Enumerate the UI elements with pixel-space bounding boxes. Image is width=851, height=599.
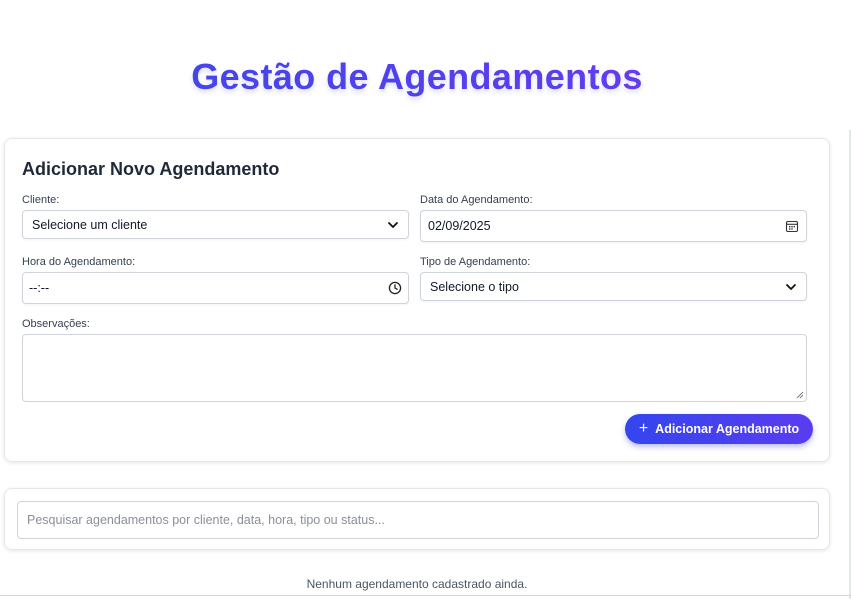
cliente-select-value: Selecione um cliente: [32, 217, 148, 232]
hora-label: Hora do Agendamento:: [22, 256, 136, 268]
tipo-select-value: Selecione o tipo: [430, 279, 519, 294]
search-input[interactable]: [17, 501, 819, 539]
add-appointment-card: Adicionar Novo Agendamento Cliente: Sele…: [4, 138, 830, 462]
tipo-label: Tipo de Agendamento:: [420, 256, 531, 268]
add-appointment-button-label: Adicionar Agendamento: [655, 422, 800, 436]
hora-input[interactable]: --:--: [22, 272, 409, 304]
calendar-icon[interactable]: [785, 219, 799, 233]
search-card: [4, 488, 830, 550]
observacoes-label: Observações:: [22, 318, 90, 330]
clock-icon[interactable]: [388, 281, 402, 295]
cliente-select[interactable]: Selecione um cliente: [22, 210, 409, 239]
hora-input-value: --:--: [29, 281, 50, 295]
resize-grip-icon[interactable]: [796, 391, 804, 399]
chevron-down-icon: [786, 283, 796, 290]
bottom-divider: [0, 595, 851, 596]
add-appointment-button[interactable]: + Adicionar Agendamento: [625, 414, 813, 444]
page-title: Gestão de Agendamentos: [0, 56, 834, 98]
cliente-label: Cliente:: [22, 194, 60, 206]
plus-icon: +: [638, 420, 649, 437]
observacoes-textarea[interactable]: [22, 334, 807, 402]
data-input[interactable]: 02/09/2025: [420, 210, 807, 242]
empty-list-message: Nenhum agendamento cadastrado ainda.: [306, 577, 528, 591]
chevron-down-icon: [388, 221, 398, 228]
tipo-select[interactable]: Selecione o tipo: [420, 272, 807, 301]
form-title: Adicionar Novo Agendamento: [22, 159, 280, 179]
data-label: Data do Agendamento:: [420, 194, 533, 206]
data-input-value: 02/09/2025: [428, 219, 491, 233]
